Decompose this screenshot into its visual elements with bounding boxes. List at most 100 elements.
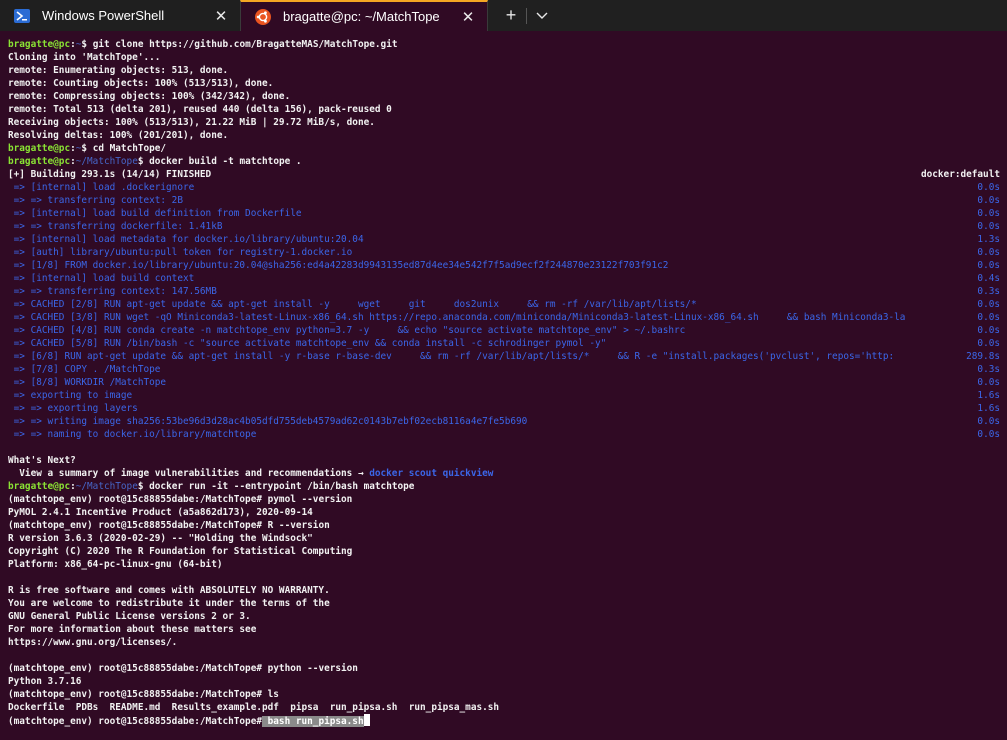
build-step-text: => [internal] load metadata for docker.i…: [8, 234, 364, 245]
prompt-line: bragatte@pc:~$ git clone https://github.…: [8, 38, 1000, 51]
output-line: Platform: x86_64-pc-linux-gnu (64-bit): [8, 558, 1000, 571]
build-step-time: 0.3s: [977, 364, 1000, 375]
build-step: => [internal] load build definition from…: [8, 207, 1000, 220]
command-text: docker build -t matchtope .: [149, 156, 302, 167]
output-text: Cloning into 'MatchTope'...: [8, 52, 161, 63]
output-line: R is free software and comes with ABSOLU…: [8, 584, 1000, 597]
output-text: GNU General Public License versions 2 or…: [8, 611, 251, 622]
build-step: => CACHED [4/8] RUN conda create -n matc…: [8, 324, 1000, 337]
build-step: => [internal] load .dockerignore 0.0s: [8, 181, 1000, 194]
build-step: => => writing image sha256:53be96d3d28ac…: [8, 415, 1000, 428]
output-line: remote: Counting objects: 100% (513/513)…: [8, 77, 1000, 90]
build-step-time: 0.0s: [977, 221, 1000, 232]
close-icon[interactable]: ✕: [459, 8, 477, 26]
build-step: => => transferring context: 147.56MB 0.3s: [8, 285, 1000, 298]
output-text: Resolving deltas: 100% (201/201), done.: [8, 130, 229, 141]
output-line: remote: Enumerating objects: 513, done.: [8, 64, 1000, 77]
output-line: Copyright (C) 2020 The R Foundation for …: [8, 545, 1000, 558]
build-step-time: 0.0s: [977, 429, 1000, 440]
build-step-text: => => transferring context: 2B: [8, 195, 183, 206]
container-prompt: (matchtope_env) root@15c88855dabe:/Match…: [8, 663, 262, 674]
build-header: [+] Building 293.1s (14/14) FINISHED: [8, 169, 212, 180]
prompt-path: ~/MatchTope: [75, 156, 138, 167]
build-step: => CACHED [2/8] RUN apt-get update && ap…: [8, 298, 1000, 311]
build-step-time: 0.0s: [977, 338, 1000, 349]
build-header-line: [+] Building 293.1s (14/14) FINISHED dock…: [8, 168, 1000, 181]
container-prompt-line: (matchtope_env) root@15c88855dabe:/Match…: [8, 493, 1000, 506]
output-line: Python 3.7.16: [8, 675, 1000, 688]
output-line: https://www.gnu.org/licenses/.: [8, 636, 1000, 649]
build-step-text: => => writing image sha256:53be96d3d28ac…: [8, 416, 528, 427]
prompt-line: bragatte@pc:~/MatchTope$ docker run -it …: [8, 480, 1000, 493]
build-step-time: 289.8s: [966, 351, 1000, 362]
build-step-time: 0.0s: [977, 247, 1000, 258]
output-line: You are welcome to redistribute it under…: [8, 597, 1000, 610]
command-text: pymol --version: [262, 494, 353, 505]
output-line: remote: Compressing objects: 100% (342/3…: [8, 90, 1000, 103]
prompt-path: ~/MatchTope: [75, 481, 138, 492]
prompt-symbol: $: [137, 481, 150, 492]
build-step-text: => [6/8] RUN apt-get update && apt-get i…: [8, 351, 895, 362]
tab-bar: Windows PowerShell ✕ bragatte@pc: ~/Matc…: [0, 0, 1007, 31]
build-step-time: 0.0s: [977, 182, 1000, 193]
tab-label: Windows PowerShell: [42, 8, 165, 23]
output-text: R is free software and comes with ABSOLU…: [8, 585, 330, 596]
container-prompt: (matchtope_env) root@15c88855dabe:/Match…: [8, 716, 262, 727]
new-tab-button[interactable]: +: [496, 0, 526, 31]
command-text: R --version: [262, 520, 330, 531]
output-text: Python 3.7.16: [8, 676, 82, 687]
build-step: => [internal] load metadata for docker.i…: [8, 233, 1000, 246]
build-step-time: 0.4s: [977, 273, 1000, 284]
prompt-user: bragatte@pc: [8, 143, 71, 154]
build-step: => CACHED [3/8] RUN wget -qO Miniconda3-…: [8, 311, 1000, 324]
build-step: => [6/8] RUN apt-get update && apt-get i…: [8, 350, 1000, 363]
output-line: Cloning into 'MatchTope'...: [8, 51, 1000, 64]
build-step-time: 0.0s: [977, 299, 1000, 310]
build-step-text: => [1/8] FROM docker.io/library/ubuntu:2…: [8, 260, 669, 271]
container-prompt-line: (matchtope_env) root@15c88855dabe:/Match…: [8, 662, 1000, 675]
build-step-text: => [7/8] COPY . /MatchTope: [8, 364, 161, 375]
output-text: Dockerfile PDBs README.md Results_exampl…: [8, 702, 500, 713]
build-step-time: 0.0s: [977, 312, 1000, 323]
build-step: => [auth] library/ubuntu:pull token for …: [8, 246, 1000, 259]
build-step: => [1/8] FROM docker.io/library/ubuntu:2…: [8, 259, 1000, 272]
build-step-text: => [internal] load build definition from…: [8, 208, 302, 219]
tab-dropdown-button[interactable]: [527, 0, 557, 31]
build-step: => => exporting layers 1.6s: [8, 402, 1000, 415]
output-line: R version 3.6.3 (2020-02-29) -- "Holding…: [8, 532, 1000, 545]
build-step-time: 0.0s: [977, 416, 1000, 427]
build-step-text: => [internal] load build context: [8, 273, 195, 284]
terminal-output[interactable]: bragatte@pc:~$ git clone https://github.…: [8, 38, 1000, 727]
prompt-user: bragatte@pc: [8, 39, 71, 50]
prompt-user: bragatte@pc: [8, 156, 71, 167]
container-prompt-line: (matchtope_env) root@15c88855dabe:/Match…: [8, 519, 1000, 532]
build-step: => [internal] load build context 0.4s: [8, 272, 1000, 285]
build-step-text: => CACHED [2/8] RUN apt-get update && ap…: [8, 299, 697, 310]
output-text: remote: Total 513 (delta 201), reused 44…: [8, 104, 392, 115]
build-step: => => transferring context: 2B 0.0s: [8, 194, 1000, 207]
tab-matchtope[interactable]: bragatte@pc: ~/MatchTope ✕: [240, 0, 488, 31]
container-prompt-line: (matchtope_env) root@15c88855dabe:/Match…: [8, 688, 1000, 701]
tab-windows-powershell[interactable]: Windows PowerShell ✕: [0, 0, 240, 31]
output-text: remote: Enumerating objects: 513, done.: [8, 65, 229, 76]
tab-label: bragatte@pc: ~/MatchTope: [283, 9, 440, 24]
output-line: Dockerfile PDBs README.md Results_exampl…: [8, 701, 1000, 714]
close-icon[interactable]: ✕: [212, 7, 230, 25]
build-step-text: => => transferring dockerfile: 1.41kB: [8, 221, 223, 232]
command-text: docker run -it --entrypoint /bin/bash ma…: [149, 481, 415, 492]
command-text: bash run_pipsa.sh: [262, 716, 364, 727]
build-step-time: 0.0s: [977, 195, 1000, 206]
build-step: => => transferring dockerfile: 1.41kB 0.0…: [8, 220, 1000, 233]
output-text: What's Next?: [8, 455, 76, 466]
build-step-text: => CACHED [5/8] RUN /bin/bash -c "source…: [8, 338, 607, 349]
output-text: PyMOL 2.4.1 Incentive Product (a5a862d17…: [8, 507, 313, 518]
command-text: ls: [262, 689, 279, 700]
scout-line: View a summary of image vulnerabilities …: [8, 467, 1000, 480]
scout-command: docker scout quickview: [369, 468, 494, 479]
prompt-symbol: $: [81, 39, 93, 50]
build-step-text: => [internal] load .dockerignore: [8, 182, 195, 193]
output-line: PyMOL 2.4.1 Incentive Product (a5a862d17…: [8, 506, 1000, 519]
